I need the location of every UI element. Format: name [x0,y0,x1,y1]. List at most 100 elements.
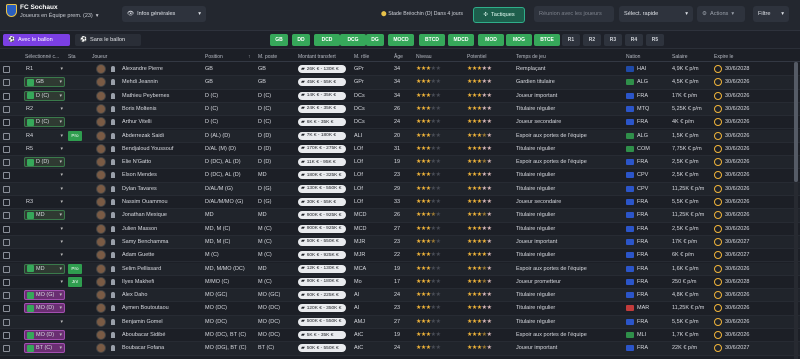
selection-dropdown[interactable]: MD ▾ [24,210,65,221]
player-name[interactable]: Adam Guette [122,252,202,258]
row-checkbox[interactable] [3,292,10,300]
player-name[interactable]: Jonathan Mexique [122,212,202,218]
selection-dropdown[interactable]: D (D) ▾ [24,157,65,168]
table-row[interactable]: R5 ▾ Bendjaloud Youssouf D/AL (M) (D) D (D) ▰… [0,143,800,157]
table-row[interactable]: MD ▾ Pro Selim Pellissard MD, M/MO (DC) MD ▰ 12… [0,262,800,276]
table-row[interactable]: D (C) ▾ Mathieu Peybernes D (C) D (C) ▰ 14K € … [0,90,800,103]
next-match-info[interactable]: ⬤ Stade Bréochin (D) Dans 4 jours [381,11,463,17]
selection-dropdown[interactable]: R3 ▾ [24,197,65,207]
player-name[interactable]: Mathieu Peybernes [122,93,202,99]
position-filter-r1[interactable]: R1 [562,34,580,46]
row-checkbox[interactable] [3,172,10,180]
player-name[interactable]: Alexandre Pierre [122,66,202,72]
scrollbar-thumb[interactable] [794,62,798,182]
row-checkbox[interactable] [3,79,10,87]
table-row[interactable]: GB ▾ Mehdi Jeannin GB GB ▰ 45K € - 55K € GPr 34 ★… [0,76,800,90]
row-checkbox[interactable] [3,132,10,140]
position-filter-mdcd[interactable]: MDCD [448,34,474,46]
player-name[interactable]: Samy Benchamma [122,239,202,245]
position-filter-r4[interactable]: R4 [625,34,643,46]
table-row[interactable]: ▾ Elson Mendes D (DC), AL (D) MD ▰ 180K € - 3… [0,169,800,183]
info-dropdown[interactable]: 👁 Infos générales ▾ [122,6,206,22]
table-row[interactable]: MO (D) ▾ Aboubacar Sidibé MO (DC), BT (C) MO… [0,329,800,343]
position-filter-mog[interactable]: MOG [506,34,532,46]
player-name[interactable]: Boubacar Fofana [122,345,202,351]
table-row[interactable]: MO (D) ▾ Aymen Boutoutaou MO (DC) MO (DC) ▰ 12… [0,302,800,316]
filter-dropdown[interactable]: Filtre ▾ [753,6,789,22]
selection-dropdown[interactable]: MD ▾ [24,263,65,274]
position-filter-r5[interactable]: R5 [646,34,664,46]
player-name[interactable]: Julien Masson [122,226,202,232]
selection-dropdown[interactable]: GB ▾ [24,77,65,88]
col-expires[interactable]: Expire le [714,54,733,60]
row-checkbox[interactable] [3,225,10,233]
col-selected[interactable]: Sélectionné c... [25,54,59,60]
row-checkbox[interactable] [3,252,10,260]
col-salary[interactable]: Salaire [672,54,688,60]
col-playing-time[interactable]: Temps de jeu [516,54,546,60]
player-name[interactable]: Bendjaloud Youssouf [122,146,202,152]
position-filter-btcd[interactable]: BTCD [419,34,445,46]
row-checkbox[interactable] [3,278,10,286]
position-filter-dd[interactable]: DD [292,34,310,46]
position-filter-r3[interactable]: R3 [604,34,622,46]
selection-dropdown[interactable]: ▾ [24,184,65,194]
without-ball-tab[interactable]: ⚽ Sans le ballon [75,34,141,46]
row-checkbox[interactable] [3,199,10,206]
with-ball-tab[interactable]: ⚽ Avec le ballon [3,34,70,46]
selection-dropdown[interactable]: ▾ [24,237,65,247]
position-filter-gb[interactable]: GB [270,34,288,46]
position-filter-dcg[interactable]: DCG [340,34,366,46]
tactics-button[interactable]: ✣ Tactiques [473,7,525,23]
col-m-poste[interactable]: M. poste [258,54,277,60]
player-name[interactable]: Aymen Boutoutaou [122,305,202,311]
table-row[interactable]: ▾ Julien Masson MD, M (C) M (C) ▰ 900K € - 92… [0,223,800,236]
selection-dropdown[interactable]: R4 ▾ [24,131,65,141]
player-name[interactable]: Arthur Vitelli [122,119,202,125]
selection-dropdown[interactable]: BT (C) ▾ [24,343,65,354]
squad-view-dropdown[interactable]: Joueurs en Équipe prem. (23) ▾ [20,13,99,19]
row-checkbox[interactable] [3,159,10,167]
col-nation[interactable]: Nation [626,54,640,60]
selection-dropdown[interactable]: MO (G) ▾ [24,290,65,301]
col-m-role[interactable]: M. rôle [354,54,369,60]
selection-dropdown[interactable]: ▾ [24,250,65,260]
selection-dropdown[interactable]: R2 ▾ [24,104,65,114]
selection-dropdown[interactable]: ▾ [24,277,65,287]
selection-dropdown[interactable]: R5 ▾ [24,144,65,154]
col-transfer[interactable]: Montant transfert [298,54,336,60]
vertical-scrollbar[interactable] [794,62,798,359]
col-age[interactable]: Âge [394,54,403,60]
quick-select-dropdown[interactable]: Sélect. rapide ▾ [619,6,693,22]
row-checkbox[interactable] [3,66,10,73]
player-name[interactable]: Nassim Ouammou [122,199,202,205]
col-position[interactable]: Position [205,54,223,60]
table-row[interactable]: D (C) ▾ Arthur Vitelli D (C) D (C) ▰ 6K € - 35… [0,116,800,130]
player-name[interactable]: Elie N'Gatto [122,159,202,165]
table-row[interactable]: D (D) ▾ Elie N'Gatto D (DC), AL (D) D (D) ▰ 11… [0,156,800,170]
row-checkbox[interactable] [3,92,10,100]
player-name[interactable]: Mehdi Jeannin [122,79,202,85]
position-filter-dcd[interactable]: DCD [314,34,340,46]
table-row[interactable]: ▾ Adam Guette M (C) M (C) ▰ 60K € - 925K € MJR… [0,249,800,263]
row-checkbox[interactable] [3,265,10,273]
row-checkbox[interactable] [3,185,10,193]
player-name[interactable]: Benjamin Gomel [122,319,202,325]
player-name[interactable]: Elson Mendes [122,172,202,178]
row-checkbox[interactable] [3,212,10,220]
table-row[interactable]: MO (G) ▾ Alex Daho MO (GC) MO (GC) ▰ 60K € - 2… [0,289,800,303]
row-checkbox[interactable] [3,105,10,113]
selection-dropdown[interactable]: ▾ [24,224,65,234]
selection-dropdown[interactable]: ▾ [24,170,65,180]
col-potential[interactable]: Potentiel [467,54,486,60]
player-name[interactable]: Aboubacar Sidibé [122,332,202,338]
col-status[interactable]: Sta [68,54,76,60]
table-row[interactable]: R4 ▾ Pro Abderrezak Saidi D (AL) (D) D (D) ▰ 7K… [0,129,800,143]
position-filter-r2[interactable]: R2 [583,34,601,46]
player-name[interactable]: Dylan Tavares [122,186,202,192]
table-row[interactable]: R1 ▾ Alexandre Pierre GB GB ▰ 26K € - 130K € GP… [0,63,800,77]
table-row[interactable]: MD ▾ Jonathan Mexique MD MD ▰ 900K € - 925K € M… [0,209,800,223]
table-row[interactable]: R3 ▾ Nassim Ouammou D/AL/M/MO (G) D (G) ▰ 30K … [0,196,800,210]
row-checkbox[interactable] [3,305,10,313]
row-checkbox[interactable] [3,318,10,326]
